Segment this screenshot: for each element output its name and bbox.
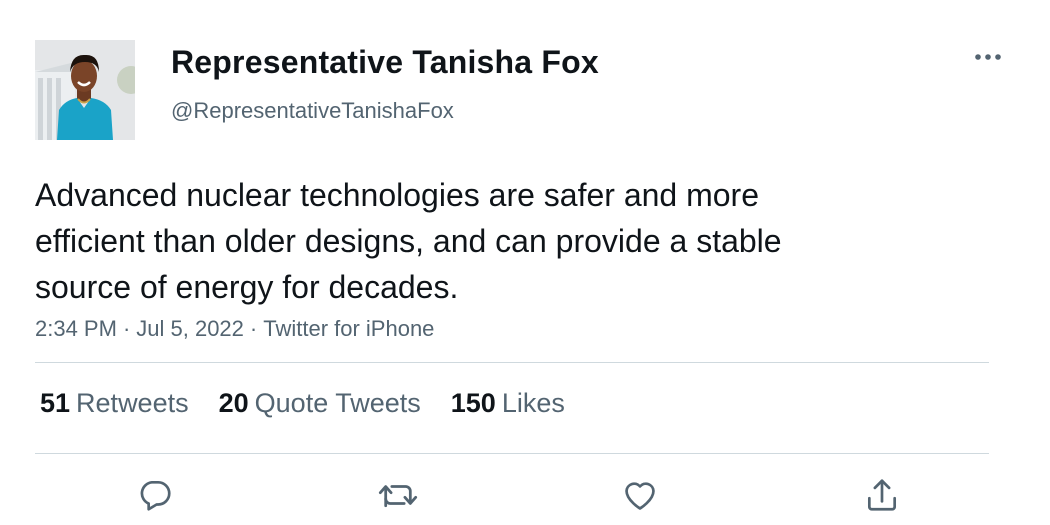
more-icon [975,54,1001,60]
likes-stat[interactable]: 150 Likes [451,388,565,419]
user-handle[interactable]: @RepresentativeTanishaFox [171,98,454,124]
retweet-icon [378,485,418,508]
meta-separator: · [122,316,131,341]
tweet-text-line: efficient than older designs, and can pr… [35,223,782,259]
tweet-stats: 51 Retweets 20 Quote Tweets 150 Likes [40,388,565,419]
display-name[interactable]: Representative Tanisha Fox [171,44,599,81]
tweet-time[interactable]: 2:34 PM [35,316,117,341]
tweet-card: Representative Tanisha Fox @Representati… [0,0,1050,525]
quote-tweets-count: 20 [218,388,249,418]
tweet-text: Advanced nuclear technologies are safer … [35,172,935,310]
tweet-text-line: Advanced nuclear technologies are safer … [35,177,759,213]
tweet-actions [0,470,1050,520]
retweets-count: 51 [40,388,71,418]
reply-icon [140,480,171,511]
meta-separator: · [249,316,258,341]
like-button[interactable] [615,470,665,520]
tweet-source[interactable]: Twitter for iPhone [263,316,434,341]
tweet-meta: 2:34 PM · Jul 5, 2022 · Twitter for iPhone [35,316,434,342]
divider [35,362,989,363]
share-button[interactable] [857,470,907,520]
share-icon [867,479,897,511]
retweet-button[interactable] [373,470,423,520]
tweet-text-line: source of energy for decades. [35,269,459,305]
likes-label: Likes [501,388,565,418]
more-options-button[interactable] [968,40,1008,74]
quote-tweets-label: Quote Tweets [254,388,421,418]
retweets-stat[interactable]: 51 Retweets [40,388,189,419]
retweets-label: Retweets [76,388,189,418]
quote-tweets-stat[interactable]: 20 Quote Tweets [219,388,421,419]
reply-button[interactable] [130,470,180,520]
divider [35,453,989,454]
avatar[interactable] [35,40,135,140]
avatar-photo [35,40,135,140]
like-icon [625,482,655,510]
likes-count: 150 [450,388,496,418]
tweet-date[interactable]: Jul 5, 2022 [136,316,244,341]
